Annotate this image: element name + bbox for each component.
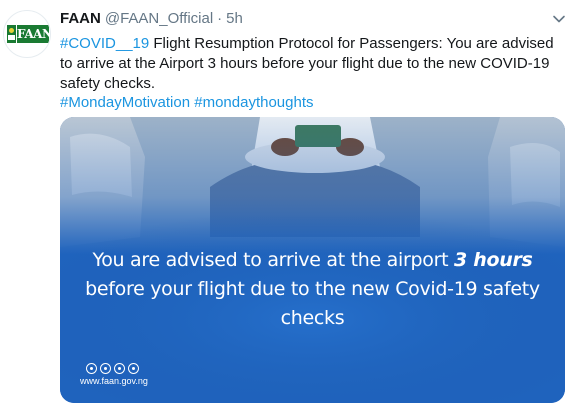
- hashtag-covid19[interactable]: #COVID__19: [60, 35, 149, 52]
- logo-seal-icon: [7, 25, 16, 43]
- social-icons: [86, 363, 139, 375]
- website-url: www.faan.gov.ng: [80, 376, 148, 386]
- tweet-media-image[interactable]: You are advised to arrive at the airport…: [60, 117, 565, 403]
- faan-logo: FAAN: [7, 25, 51, 43]
- logo-text: FAAN: [17, 25, 51, 43]
- account-handle[interactable]: @FAAN_Official: [105, 10, 213, 27]
- caption-line-part2: before your flight due to the new Covid-…: [85, 278, 540, 329]
- media-caption: You are advised to arrive at the airport…: [60, 246, 565, 333]
- hashtag-monday-motivation[interactable]: #MondayMotivation: [60, 94, 190, 111]
- hashtag-monday-thoughts[interactable]: #mondaythoughts: [194, 94, 313, 111]
- tweet-header: FAAN @FAAN_Official · 5h: [60, 9, 243, 29]
- tweet-text: #COVID__19 Flight Resumption Protocol fo…: [60, 34, 565, 113]
- tweet-timestamp[interactable]: 5h: [226, 10, 243, 27]
- youtube-icon: [128, 363, 139, 374]
- caption-line-part1: You are advised to arrive at the airport: [92, 249, 454, 271]
- account-name[interactable]: FAAN: [60, 10, 101, 27]
- avatar[interactable]: FAAN: [3, 10, 51, 58]
- tweet[interactable]: FAAN FAAN @FAAN_Official · 5h #COVID__19 Fl…: [0, 0, 575, 408]
- twitter-icon: [86, 363, 97, 374]
- header-separator: ·: [217, 10, 223, 27]
- instagram-icon: [100, 363, 111, 374]
- facebook-icon: [114, 363, 125, 374]
- chevron-down-icon[interactable]: [552, 12, 566, 26]
- caption-emphasis: 3 hours: [454, 249, 533, 271]
